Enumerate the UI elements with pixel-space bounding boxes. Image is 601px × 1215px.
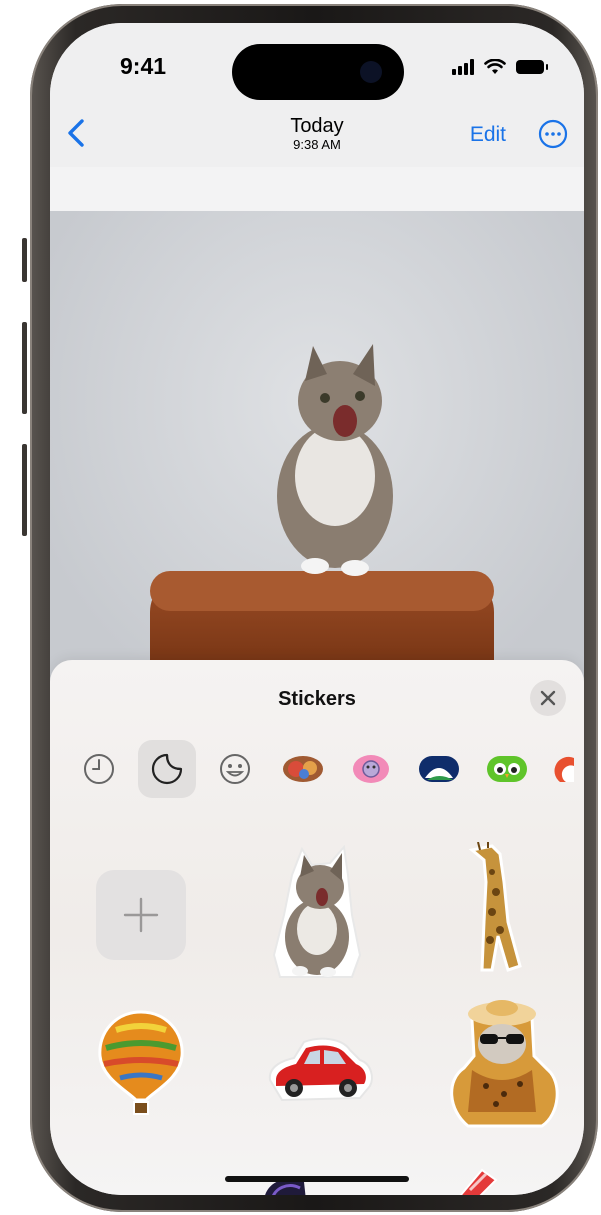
tab-landscape-pack[interactable] [410, 740, 468, 798]
volume-down-button [22, 444, 27, 536]
navigation-bar: Today 9:38 AM Edit [50, 103, 584, 168]
tab-emoji[interactable] [206, 740, 264, 798]
sticker-category-tabs [70, 740, 584, 800]
partial-sticker-bottom-right[interactable] [456, 1166, 500, 1195]
sticker-grid [50, 820, 584, 1195]
smiley-icon [220, 754, 250, 784]
cellular-signal-icon [452, 59, 474, 75]
sticker-panel: Stickers [50, 660, 584, 1195]
partial-sticker-pack-icon [554, 756, 574, 782]
sticker-peel-icon [151, 753, 183, 785]
close-button[interactable] [530, 680, 566, 716]
pink-sticker-pack-icon [353, 755, 389, 783]
home-indicator[interactable] [225, 1176, 409, 1182]
wifi-icon [484, 59, 506, 74]
edit-button[interactable]: Edit [470, 123, 506, 147]
battery-icon [516, 60, 548, 74]
landscape-sticker-pack-icon [419, 756, 459, 782]
cat-in-sunglasses-sticker[interactable] [438, 990, 566, 1128]
dynamic-island [232, 44, 404, 100]
tab-memoji-pack[interactable] [274, 740, 332, 798]
hot-air-balloon-sticker[interactable] [96, 1008, 186, 1118]
kitten-image [277, 344, 393, 576]
clock-icon [84, 754, 114, 784]
tab-owl-pack[interactable] [478, 740, 536, 798]
front-camera [360, 61, 382, 83]
tab-pink-pack[interactable] [342, 740, 400, 798]
plus-icon [123, 897, 159, 933]
tab-stickers[interactable] [138, 740, 196, 798]
phone-screen: 9:41 Today 9:38 AM Edit Stickers [50, 23, 584, 1195]
more-options-icon[interactable] [538, 119, 568, 149]
red-car-sticker[interactable] [264, 1030, 376, 1110]
content-spacer [50, 167, 584, 211]
cat-photo[interactable] [50, 211, 584, 716]
tab-recents[interactable] [70, 740, 128, 798]
owl-sticker-pack-icon [487, 756, 527, 782]
memoji-sticker-pack-icon [283, 756, 323, 782]
action-button [22, 238, 27, 282]
giraffe-sticker[interactable] [462, 842, 534, 972]
volume-up-button [22, 322, 27, 414]
cat-sticker[interactable] [272, 845, 362, 981]
tab-partial-pack[interactable] [546, 740, 584, 798]
status-icons [452, 59, 548, 75]
sticker-panel-title: Stickers [278, 688, 356, 710]
close-icon [540, 690, 556, 706]
add-sticker-button[interactable] [96, 870, 186, 960]
status-time: 9:41 [120, 53, 167, 79]
